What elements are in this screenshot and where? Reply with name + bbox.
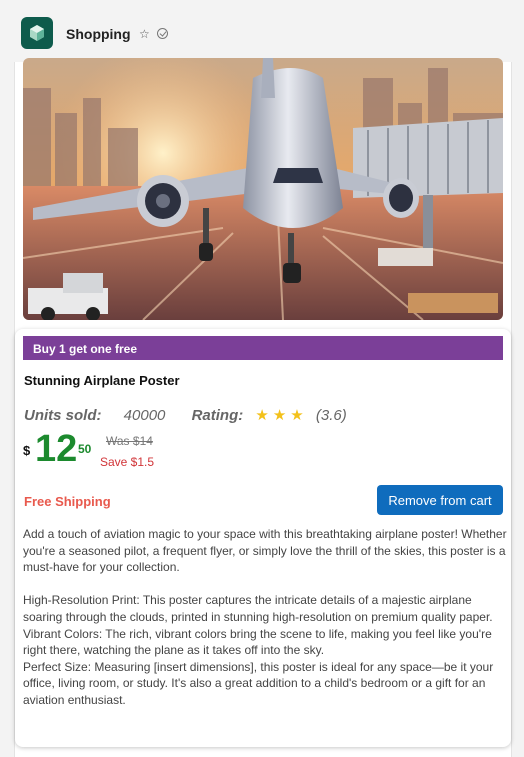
product-card: Buy 1 get one free Stunning Airplane Pos… bbox=[15, 329, 511, 747]
rating-value: (3.6) bbox=[315, 407, 347, 424]
units-sold-label: Units sold: bbox=[24, 407, 102, 424]
rating-label: Rating: bbox=[191, 407, 244, 424]
shopping-app-icon bbox=[21, 17, 53, 49]
app-title: Shopping bbox=[66, 26, 131, 42]
product-description: Add a touch of aviation magic to your sp… bbox=[23, 526, 507, 709]
price-currency: $ bbox=[23, 443, 31, 458]
promo-banner: Buy 1 get one free bbox=[23, 336, 503, 360]
description-feature: High-Resolution Print: This poster captu… bbox=[23, 593, 493, 624]
description-feature: Perfect Size: Measuring [insert dimensio… bbox=[23, 659, 494, 707]
price-whole: 12 bbox=[35, 428, 78, 470]
rating-stars-icon: ★★★ bbox=[255, 407, 308, 424]
app-header: Shopping ☆ bbox=[0, 0, 524, 62]
original-price: Was $14 bbox=[106, 434, 153, 448]
price-cents: 50 bbox=[78, 442, 92, 456]
favorite-star-icon[interactable]: ☆ bbox=[139, 27, 150, 41]
verified-check-icon bbox=[157, 28, 168, 39]
product-title: Stunning Airplane Poster bbox=[24, 373, 180, 388]
shipping-label: Free Shipping bbox=[24, 494, 111, 509]
description-intro: Add a touch of aviation magic to your sp… bbox=[23, 527, 507, 575]
savings-label: Save $1.5 bbox=[100, 455, 155, 469]
product-stats: Units sold: 40000 Rating: ★★★ (3.6) bbox=[24, 406, 347, 424]
product-image bbox=[23, 58, 503, 320]
description-feature: Vibrant Colors: The rich, vibrant colors… bbox=[23, 626, 492, 658]
remove-from-cart-button[interactable]: Remove from cart bbox=[377, 485, 503, 515]
units-sold-value: 40000 bbox=[123, 407, 166, 424]
